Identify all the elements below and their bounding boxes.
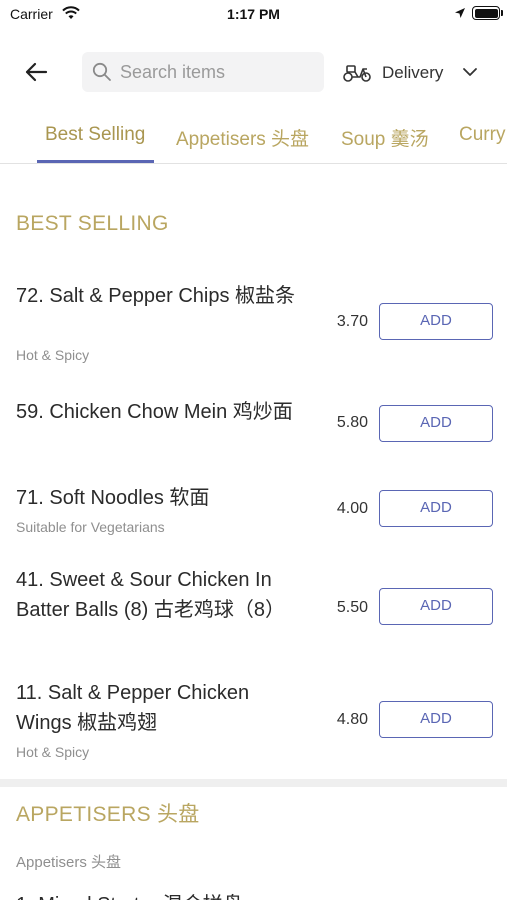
item-price: 5.50: [336, 599, 368, 616]
tab-appetisers[interactable]: Appetisers 头盘: [176, 124, 309, 151]
add-button[interactable]: ADD: [379, 588, 493, 625]
status-bar: Carrier 1:17 PM: [0, 0, 507, 30]
item-description: Suitable for Vegetarians: [16, 519, 165, 535]
section-title-best-selling: BEST SELLING: [16, 212, 169, 235]
item-name: 11. Salt & Pepper Chicken Wings 椒盐鸡翅: [16, 682, 250, 734]
item-name: 71. Soft Noodles 软面: [16, 487, 210, 509]
clock: 1:17 PM: [227, 6, 280, 22]
item-name: 41. Sweet & Sour Chicken In Batter Balls…: [16, 569, 285, 621]
search-icon: [92, 62, 111, 81]
item-name-partial: 1. Mixed Starter 混合拼盘: [16, 888, 243, 900]
delivery-selector[interactable]: Delivery: [340, 54, 490, 90]
search-input[interactable]: [120, 52, 316, 92]
item-price: 4.00: [336, 500, 368, 517]
section-divider: [0, 779, 507, 787]
battery-icon: [472, 6, 500, 20]
item-price: 5.80: [336, 414, 368, 431]
scooter-icon: [343, 65, 371, 82]
item-name: 72. Salt & Pepper Chips 椒盐条: [16, 285, 296, 307]
add-button[interactable]: ADD: [379, 490, 493, 527]
add-button[interactable]: ADD: [379, 303, 493, 340]
delivery-label: Delivery: [382, 63, 444, 82]
tab-soup[interactable]: Soup 羹汤: [341, 124, 429, 151]
search-box[interactable]: [82, 52, 324, 92]
location-arrow-icon: [455, 8, 465, 18]
add-button[interactable]: ADD: [379, 405, 493, 442]
item-price: 4.80: [336, 711, 368, 728]
add-button[interactable]: ADD: [379, 701, 493, 738]
section-title-appetisers: APPETISERS 头盘: [16, 803, 200, 826]
header: Delivery: [0, 44, 507, 100]
tab-best-selling[interactable]: Best Selling: [45, 124, 145, 146]
tab-curry[interactable]: Curry: [459, 124, 505, 146]
item-name: 59. Chicken Chow Mein 鸡炒面: [16, 401, 293, 423]
item-description: Hot & Spicy: [16, 744, 90, 760]
item-price: 3.70: [336, 313, 368, 330]
battery-cap: [501, 10, 503, 16]
chevron-down-icon: [463, 68, 477, 76]
section-subtitle-appetisers: Appetisers 头盘: [16, 854, 122, 871]
category-tabs: Best Selling Appetisers 头盘 Soup 羹汤 Curry: [0, 112, 507, 164]
item-description: Hot & Spicy: [16, 347, 90, 363]
back-arrow-icon[interactable]: [20, 56, 52, 88]
active-tab-indicator: [37, 160, 154, 163]
